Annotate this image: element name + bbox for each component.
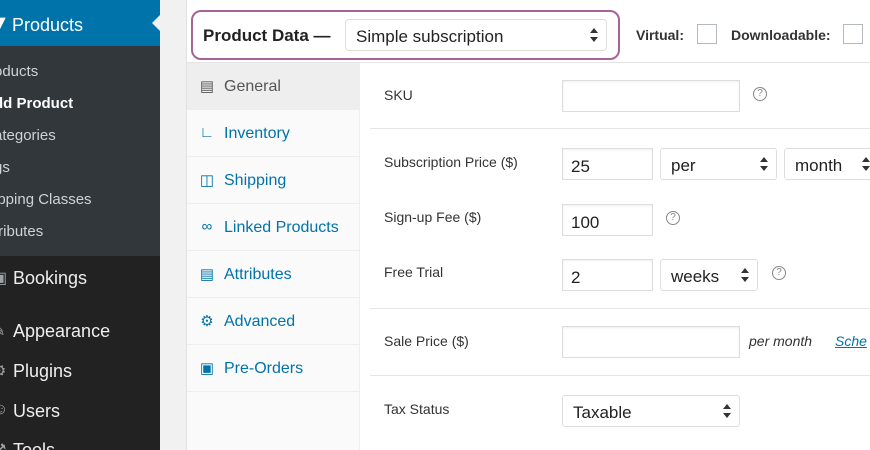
section-divider <box>370 308 870 309</box>
submenu-tags[interactable]: gs <box>0 159 10 176</box>
menu-tools[interactable]: ⚒ Tools <box>0 430 160 450</box>
tab-linked-products[interactable]: ∞ Linked Products <box>187 204 360 251</box>
subscription-price-value: 25 <box>571 157 590 176</box>
tab-inventory[interactable]: ∟ Inventory <box>187 110 360 157</box>
help-icon[interactable]: ? <box>666 211 680 225</box>
menu-plugins[interactable]: ⚙ Plugins <box>0 351 160 391</box>
product-data-header: Product Data — Simple subscription Virtu… <box>187 0 870 63</box>
billing-period-select[interactable]: month <box>784 148 870 180</box>
menu-plugins-label: Plugins <box>13 361 73 381</box>
users-icon: ☺ <box>0 401 9 418</box>
chart-icon: ∟ <box>199 124 215 141</box>
truck-icon: ◫ <box>199 172 215 189</box>
tab-linked-products-label: Linked Products <box>224 219 339 236</box>
chevron-updown-icon <box>723 404 731 418</box>
free-trial-value: 2 <box>571 268 581 287</box>
tax-status-select[interactable]: Taxable <box>562 395 740 427</box>
free-trial-period-select[interactable]: weeks <box>660 259 758 291</box>
menu-users-label: Users <box>13 401 61 421</box>
calendar-icon: ▣ <box>0 268 7 288</box>
tab-advanced-label: Advanced <box>224 313 296 330</box>
downloadable-label: Downloadable: <box>731 27 831 43</box>
tax-status-value: Taxable <box>573 403 632 422</box>
menu-appearance-label: Appearance <box>13 321 111 341</box>
virtual-checkbox[interactable] <box>697 24 717 44</box>
virtual-label: Virtual: <box>636 27 684 43</box>
subscription-price-label: Subscription Price ($) <box>384 154 518 170</box>
table-icon: ▤ <box>199 266 215 283</box>
link-icon: ∞ <box>201 218 213 235</box>
billing-interval-select[interactable]: per <box>660 148 777 180</box>
help-icon[interactable]: ? <box>772 266 786 280</box>
submenu-add-product[interactable]: dd Product <box>0 95 73 112</box>
section-divider <box>370 375 870 376</box>
menu-bookings[interactable]: ▣ Bookings <box>0 258 160 298</box>
tab-general[interactable]: ▤ General <box>187 63 360 110</box>
product-type-highlight: Product Data — Simple subscription <box>191 10 620 60</box>
wrench-icon: ⚒ <box>0 440 6 450</box>
tab-inventory-label: Inventory <box>224 125 290 142</box>
free-trial-input[interactable]: 2 <box>562 259 653 291</box>
product-type-value: Simple subscription <box>356 27 504 46</box>
chevron-updown-icon <box>862 157 870 171</box>
list-icon: ▤ <box>199 78 215 95</box>
signup-fee-input[interactable]: 100 <box>562 204 653 236</box>
signup-fee-value: 100 <box>571 213 600 232</box>
tab-shipping[interactable]: ◫ Shipping <box>187 157 360 204</box>
help-icon[interactable]: ? <box>753 87 767 101</box>
menu-products[interactable]: ▼ Products <box>0 0 160 46</box>
product-data-panel: Product Data — Simple subscription Virtu… <box>186 0 870 450</box>
plug-icon: ⚙ <box>0 361 6 381</box>
products-submenu: oducts dd Product ategories gs ipping Cl… <box>0 46 160 256</box>
product-type-select[interactable]: Simple subscription <box>345 19 607 51</box>
chevron-updown-icon <box>741 268 749 282</box>
tab-advanced[interactable]: ⚙ Advanced <box>187 298 360 345</box>
billing-period-value: month <box>795 156 843 175</box>
menu-products-label: Products <box>12 15 84 35</box>
subscription-price-input[interactable]: 25 <box>562 148 653 180</box>
chevron-updown-icon <box>590 28 598 42</box>
tab-pre-orders[interactable]: ▣ Pre-Orders <box>187 345 360 392</box>
section-divider <box>370 128 870 129</box>
menu-appearance[interactable]: ✎ Appearance <box>0 311 160 351</box>
sale-price-suffix: per month <box>749 333 813 349</box>
billing-interval-value: per <box>671 156 696 175</box>
product-data-label: Product Data — <box>203 26 331 45</box>
submenu-categories[interactable]: ategories <box>0 127 56 144</box>
submenu-shipping-classes[interactable]: ipping Classes <box>0 191 92 208</box>
gear-icon: ⚙ <box>200 313 214 330</box>
free-trial-label: Free Trial <box>384 264 444 280</box>
product-data-tabs: ▤ General ∟ Inventory ◫ Shipping ∞ Linke… <box>187 63 360 450</box>
tab-attributes[interactable]: ▤ Attributes <box>187 251 360 298</box>
submenu-all-products[interactable]: oducts <box>0 63 38 80</box>
schedule-link[interactable]: Sche <box>835 333 867 349</box>
menu-users[interactable]: ☺ Users <box>0 391 160 431</box>
chevron-updown-icon <box>760 157 768 171</box>
sku-input[interactable] <box>562 80 740 112</box>
free-trial-period-value: weeks <box>671 267 720 286</box>
tab-pre-orders-label: Pre-Orders <box>224 360 304 377</box>
signup-fee-label: Sign-up Fee ($) <box>384 209 482 225</box>
sku-label: SKU <box>384 87 413 103</box>
admin-sidebar: ▼ Products oducts dd Product ategories g… <box>0 0 160 450</box>
active-menu-arrow <box>152 15 160 31</box>
sale-price-label: Sale Price ($) <box>384 333 469 349</box>
tax-status-label: Tax Status <box>384 401 450 417</box>
menu-tools-label: Tools <box>13 440 56 450</box>
tag-icon: ▼ <box>0 12 10 35</box>
menu-bookings-label: Bookings <box>13 268 88 288</box>
brush-icon: ✎ <box>0 321 5 341</box>
tab-attributes-label: Attributes <box>224 266 292 283</box>
calendar-icon: ▣ <box>199 360 215 377</box>
tab-shipping-label: Shipping <box>224 172 287 189</box>
tab-general-label: General <box>224 78 281 95</box>
sale-price-input[interactable] <box>562 326 740 358</box>
submenu-attributes[interactable]: tributes <box>0 223 43 240</box>
downloadable-checkbox[interactable] <box>843 24 863 44</box>
